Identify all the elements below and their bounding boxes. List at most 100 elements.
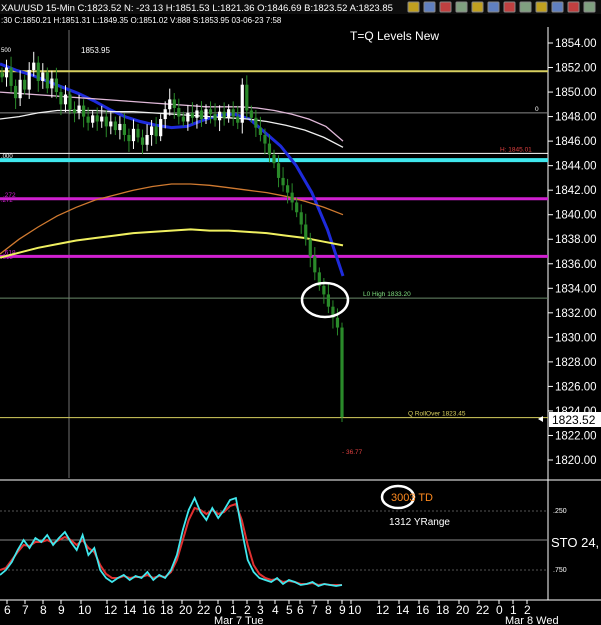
price-tick-label: 1842.00 [555,185,597,197]
price-tick-label: 1832.00 [555,308,597,320]
ma-line-pink [0,91,344,142]
candle-body [172,99,176,109]
candle-body [77,105,81,113]
level-label: Q RollOver 1823.45 [408,411,466,418]
candle-body [340,327,344,418]
level-label: H: 1845.01 [500,146,532,153]
drop-annotation: - 36.77 [342,449,363,456]
candle-body [258,127,262,135]
candle-body [59,92,63,105]
candle-body [195,110,199,118]
candle-body [95,115,99,122]
time-tick-label: 0 [496,603,503,617]
header-subquote: :30 C:1850.21 H:1851.31 L:1849.35 O:1851… [1,16,282,25]
candle-body [104,116,108,127]
candle-body [281,177,285,186]
candle-body [276,163,281,178]
candle-body [199,110,204,120]
time-tick-label: 9 [58,603,65,617]
candle-body [36,62,40,82]
candle-body [68,94,72,110]
time-tick-label: 22 [476,603,490,617]
time-tick-label: 20 [179,603,193,617]
sto-tick-label: .250 [553,508,567,515]
candle-body [140,137,145,145]
print-icon[interactable] [455,1,468,13]
candle-body [145,134,149,145]
candle-body [286,185,290,193]
time-tick-label: 6 [297,603,304,617]
time-tick-label: 18 [436,603,450,617]
top-value-label: 1853.95 [81,46,110,55]
candle-body [154,126,158,137]
candle-body [249,110,253,118]
time-tick-label: 18 [160,603,174,617]
time-tick-label: 8 [325,603,332,617]
zoom-in-icon[interactable] [423,1,436,13]
candle-body [100,116,104,122]
candle-body [326,294,330,307]
candle-body [27,69,31,90]
price-tick-label: 1840.00 [555,210,597,222]
candle-body [122,123,126,135]
price-tick-label: 1820.00 [555,455,597,467]
sto-tick-label: .750 [553,567,567,574]
candle-body [254,117,258,128]
candle-body [186,112,190,122]
time-tick-label: 14 [123,603,137,617]
candle-body [109,121,113,127]
candle-body [91,115,95,123]
link-icon[interactable] [471,1,484,13]
candle-body [32,62,36,70]
stochastic-lines [0,495,343,587]
candle-body [0,72,4,78]
price-tick-label: 1834.00 [555,283,597,295]
reset-icon[interactable] [567,1,580,13]
candle-body [290,192,294,203]
price-chart[interactable]: XAU/USD 15-Min C:1823.52 N: -23.13 H:185… [0,0,601,625]
price-tick-label: 1830.00 [555,332,597,344]
candle-body [308,239,312,257]
candle-body [82,105,86,117]
zoom-out-icon[interactable] [439,1,452,13]
time-tick-label: 7 [22,603,29,617]
candle-body [45,72,49,89]
price-tick-label: 1822.00 [555,430,597,442]
time-tick-label: 10 [348,603,362,617]
chart-icon[interactable] [551,1,564,13]
candle-body [236,116,240,123]
price-tick-label: 1838.00 [555,234,597,246]
candle-body [41,72,45,82]
candle-body [159,119,163,137]
grid-icon[interactable] [487,1,500,13]
time-tick-label: 5 [286,603,293,617]
settings-icon[interactable] [503,1,516,13]
candle-body [245,84,249,111]
yrange-label: 1312 YRange [389,517,450,528]
candle-body [231,109,235,117]
time-tick-label: 22 [197,603,211,617]
price-tick-label: 1844.00 [555,161,597,173]
time-tick-label: 20 [456,603,470,617]
candle-body [218,111,222,121]
left-level-label: .000 [1,154,13,160]
price-tick-label: 1836.00 [555,259,597,271]
candle-body [4,67,9,78]
candle-body [267,143,272,155]
candle-body [222,111,226,118]
candle-body [18,79,22,99]
ma-line-yellow [0,228,344,259]
time-tick-label: 10 [78,603,92,617]
candle-body [163,109,167,120]
time-tick-label: 14 [396,603,410,617]
level-label: 0 [535,106,539,113]
candle-body [63,94,68,105]
arrow-left-icon[interactable] [519,1,532,13]
lock-icon[interactable] [407,1,420,13]
candle-body [263,134,267,144]
candle-body [86,116,90,123]
stochastic-panel: .250 .750 STO 24, 3003 TD 1312 YRange [0,484,599,587]
candle-body [227,109,231,118]
close-icon[interactable] [583,1,596,13]
arrow-right-icon[interactable] [535,1,548,13]
